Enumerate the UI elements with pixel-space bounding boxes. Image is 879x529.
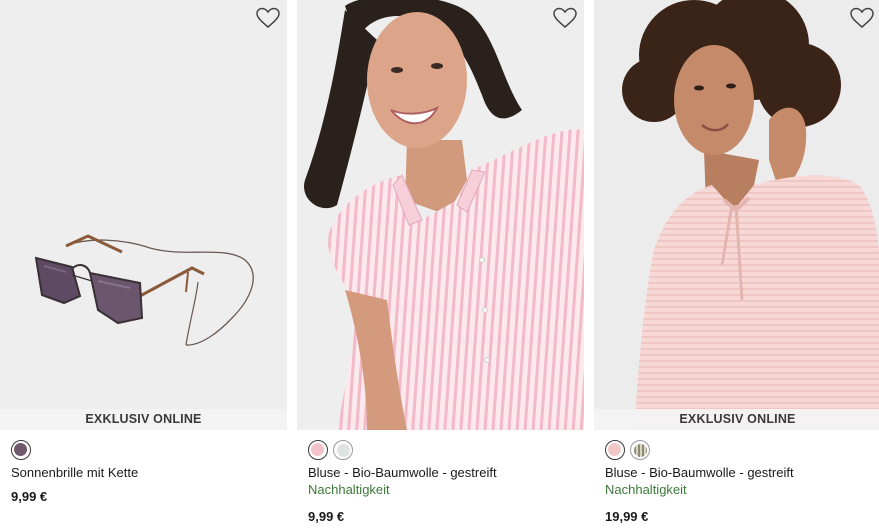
product-name[interactable]: Bluse - Bio-Baumwolle - gestreift bbox=[605, 465, 794, 480]
exclusive-online-badge: EXKLUSIV ONLINE bbox=[594, 409, 879, 430]
product-card-sunglasses[interactable]: EXKLUSIV ONLINE Sonnenbrille mit Kette 9… bbox=[0, 0, 287, 529]
product-image[interactable] bbox=[297, 0, 584, 430]
color-swatches bbox=[605, 440, 650, 460]
product-card-striped-blouse[interactable]: Bluse - Bio-Baumwolle - gestreift Nachha… bbox=[297, 0, 584, 529]
product-card-tie-neck-blouse[interactable]: EXKLUSIV ONLINE Bluse - Bio-Baumwolle - … bbox=[594, 0, 879, 529]
color-swatch-selected[interactable] bbox=[605, 440, 625, 460]
product-image[interactable]: EXKLUSIV ONLINE bbox=[594, 0, 879, 430]
product-name[interactable]: Bluse - Bio-Baumwolle - gestreift bbox=[308, 465, 497, 480]
exclusive-online-badge: EXKLUSIV ONLINE bbox=[0, 409, 287, 430]
sustainability-label: Nachhaltigkeit bbox=[605, 482, 687, 497]
color-swatches bbox=[11, 440, 31, 460]
product-image[interactable]: EXKLUSIV ONLINE bbox=[0, 0, 287, 430]
woman-tie-neck-blouse-image bbox=[594, 0, 879, 430]
color-swatch-selected[interactable] bbox=[11, 440, 31, 460]
product-price: 9,99 € bbox=[308, 509, 345, 524]
woman-striped-blouse-image bbox=[297, 0, 584, 430]
wishlist-heart-icon[interactable] bbox=[552, 6, 578, 30]
product-grid: EXKLUSIV ONLINE Sonnenbrille mit Kette 9… bbox=[0, 0, 879, 529]
color-swatches bbox=[308, 440, 353, 460]
color-swatch-selected[interactable] bbox=[308, 440, 328, 460]
product-name[interactable]: Sonnenbrille mit Kette bbox=[11, 465, 138, 480]
product-price: 19,99 € bbox=[605, 509, 649, 524]
product-price: 9,99 € bbox=[11, 489, 48, 504]
sunglasses-image bbox=[0, 0, 287, 430]
color-swatch[interactable] bbox=[630, 440, 650, 460]
color-swatch[interactable] bbox=[333, 440, 353, 460]
wishlist-heart-icon[interactable] bbox=[849, 6, 875, 30]
sustainability-label: Nachhaltigkeit bbox=[308, 482, 390, 497]
wishlist-heart-icon[interactable] bbox=[255, 6, 281, 30]
